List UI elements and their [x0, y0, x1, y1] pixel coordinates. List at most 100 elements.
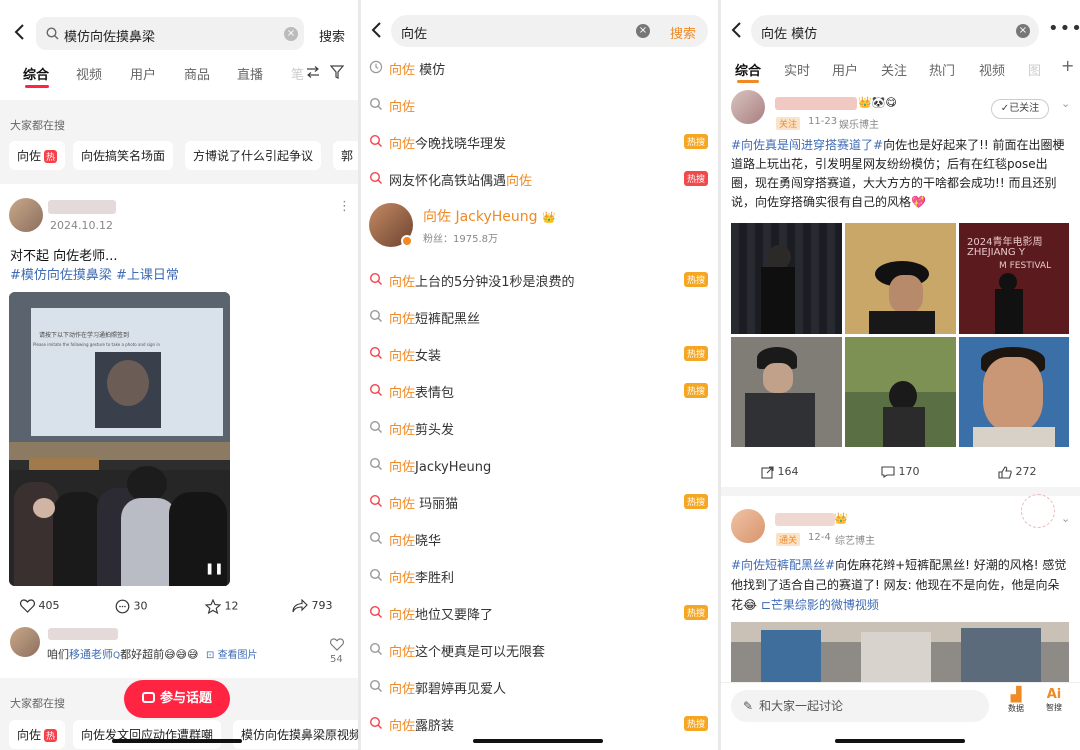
avatar[interactable]: [731, 90, 765, 124]
trend-chip[interactable]: 郭: [333, 141, 358, 170]
suggestion-item[interactable]: 向佐女装 热搜: [361, 335, 718, 372]
tab-video[interactable]: 视频: [76, 64, 102, 83]
trend-chip[interactable]: 模仿向佐摸鼻梁原视频: [233, 720, 358, 749]
comment-icon: [115, 599, 130, 614]
clear-icon[interactable]: ×: [1016, 24, 1030, 38]
share-stat[interactable]: 164: [761, 465, 799, 479]
tab-notes[interactable]: 笔: [291, 64, 304, 83]
clear-icon[interactable]: ×: [284, 27, 298, 41]
suggestion-item[interactable]: 向佐露脐装 热搜: [361, 705, 718, 742]
grid-photo[interactable]: [959, 337, 1069, 447]
suggestion-item[interactable]: 向佐剪头发: [361, 409, 718, 446]
suggestion-item[interactable]: 向佐: [361, 86, 718, 123]
tab-video[interactable]: 视频: [979, 60, 1005, 79]
join-topic-button[interactable]: 参与话题: [124, 680, 230, 718]
suggestion-item[interactable]: 向佐 玛丽猫 热搜: [361, 483, 718, 520]
data-button[interactable]: ▟ 数据: [1003, 687, 1029, 714]
tab-goods[interactable]: 商品: [184, 64, 210, 83]
post-text: #向佐短裤配黑丝#向佐麻花辫+短裤配黑丝! 好潮的风格! 感觉他找到了适合自己的…: [731, 558, 1067, 612]
suggestion-item[interactable]: 向佐 模仿: [361, 49, 718, 86]
suggestion-item[interactable]: 向佐晓华: [361, 520, 718, 557]
suggestion-text: 向佐上台的5分钟没1秒是浪费的: [389, 275, 575, 290]
grid-photo[interactable]: [845, 337, 956, 447]
clear-icon[interactable]: ×: [636, 24, 650, 38]
suggestion-item[interactable]: 向佐JackyHeung: [361, 446, 718, 483]
search-box[interactable]: 向佐 模仿 ×: [751, 15, 1039, 47]
favorite-stat[interactable]: 12: [205, 599, 239, 614]
grid-photo[interactable]: [731, 337, 842, 447]
chevron-down-icon[interactable]: ⌄: [1061, 97, 1070, 110]
search-box[interactable]: 向佐 × 搜索: [391, 15, 708, 47]
more-options-icon[interactable]: •••: [1048, 18, 1080, 39]
suggestion-text: 向佐今晚找晓华理发: [389, 137, 507, 152]
tab-user[interactable]: 用户: [832, 60, 858, 79]
tab-live[interactable]: 直播: [237, 64, 263, 83]
grid-photo[interactable]: [845, 223, 956, 334]
suggestion-item[interactable]: 向佐这个梗真是可以无限套: [361, 631, 718, 668]
suggestion-item[interactable]: 向佐表情包 热搜: [361, 372, 718, 409]
ai-search-button[interactable]: Ai 智搜: [1041, 687, 1067, 713]
trend-chip[interactable]: 向佐热: [9, 720, 66, 749]
hot-search-icon: [369, 272, 382, 285]
avatar[interactable]: [9, 198, 43, 232]
suggestion-item[interactable]: 向佐郭碧婷再见爱人: [361, 668, 718, 705]
trend-chip[interactable]: 方博说了什么引起争议: [185, 141, 322, 170]
tab-follow[interactable]: 关注: [881, 60, 907, 79]
avatar[interactable]: [731, 509, 765, 543]
grid-photo[interactable]: 2024青年电影周 ZHEJIANG Y M FESTIVAL: [959, 223, 1069, 334]
add-tab-icon[interactable]: +: [1061, 56, 1074, 75]
back-icon[interactable]: [10, 22, 30, 42]
video-link[interactable]: ⊏芒果综影的微博视频: [761, 598, 879, 612]
comment-stat[interactable]: 170: [881, 465, 920, 478]
tab-realtime[interactable]: 实时: [784, 60, 810, 79]
filter-icon[interactable]: [330, 65, 344, 79]
tab-all[interactable]: 综合: [23, 64, 49, 83]
more-icon[interactable]: ⋮: [338, 199, 351, 214]
suggestion-item[interactable]: 向佐短裤配黑丝: [361, 298, 718, 335]
swap-icon[interactable]: [306, 66, 320, 78]
back-icon[interactable]: [367, 20, 387, 40]
tab-user[interactable]: 用户: [130, 64, 156, 83]
followed-button[interactable]: ✓已关注: [991, 99, 1049, 119]
tab-hot[interactable]: 热门: [929, 60, 955, 79]
pause-icon[interactable]: ❚❚: [205, 562, 223, 576]
like-stat[interactable]: 272: [998, 465, 1037, 479]
search-button[interactable]: 搜索: [670, 23, 696, 42]
suggestion-item[interactable]: 向佐今晚找晓华理发 热搜: [361, 123, 718, 160]
comment-like-icon[interactable]: [330, 638, 344, 651]
back-icon[interactable]: [727, 20, 747, 40]
vip-icon: 👑: [834, 512, 848, 525]
heart-icon: [20, 599, 35, 613]
section-title: 大家都在搜: [10, 119, 65, 132]
comment-stat[interactable]: 30: [115, 599, 148, 614]
trend-chip[interactable]: 向佐搞笑名场面: [73, 141, 174, 170]
hashtag-link[interactable]: #向佐短裤配黑丝#: [731, 558, 835, 572]
post-photo[interactable]: 请按下以下动作在学习通拍照签到 Please imitate the follo…: [9, 292, 230, 586]
search-button[interactable]: 搜索: [319, 26, 345, 45]
tab-image[interactable]: 图: [1028, 60, 1041, 79]
suggestion-item[interactable]: 向佐李胜利: [361, 557, 718, 594]
grid-photo[interactable]: [731, 223, 842, 334]
suggested-user-row[interactable]: 向佐 JackyHeung 👑 粉丝：1975.8万: [361, 197, 718, 261]
suggestion-text: 向佐郭碧婷再见爱人: [389, 682, 507, 697]
share-stat[interactable]: 793: [292, 599, 333, 613]
tab-all[interactable]: 综合: [735, 60, 761, 79]
search-box[interactable]: 模仿向佐摸鼻梁 ×: [36, 17, 304, 50]
post-tags[interactable]: #模仿向佐摸鼻梁 #上课日常: [10, 264, 179, 283]
trend-chip[interactable]: 向佐热: [9, 141, 66, 170]
divider: [721, 487, 1080, 496]
comment-input[interactable]: ✎ 和大家一起讨论: [731, 690, 989, 722]
like-stat[interactable]: 405: [20, 599, 60, 613]
home-indicator: [835, 739, 965, 743]
suggestion-item[interactable]: 向佐地位又要降了 热搜: [361, 594, 718, 631]
view-image-link[interactable]: ⊡ 查看图片: [206, 650, 258, 661]
post-date: 11-23: [808, 116, 838, 127]
mention-link[interactable]: 移通老师: [69, 648, 113, 661]
suggestion-item[interactable]: 向佐上台的5分钟没1秒是浪费的 热搜: [361, 261, 718, 298]
hashtag-link[interactable]: #向佐真是闯进穿搭赛道了#: [731, 138, 883, 152]
trend-chip[interactable]: 向佐发文回应动作遭群嘲: [73, 720, 222, 749]
commenter-avatar[interactable]: [10, 627, 40, 657]
chevron-down-icon[interactable]: ⌄: [1061, 512, 1070, 525]
video-thumbnail[interactable]: [731, 622, 1069, 682]
suggestion-item[interactable]: 网友怀化高铁站偶遇向佐 热搜: [361, 160, 718, 197]
